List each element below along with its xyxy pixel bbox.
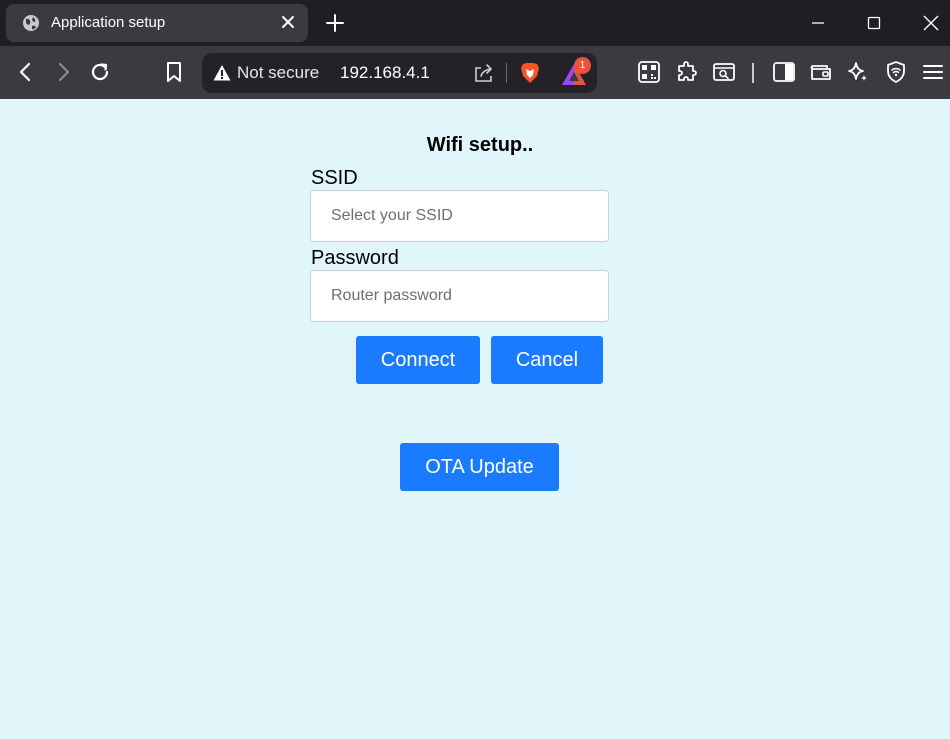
browser-toolbar: Not secure 192.168.4.1 1 — [0, 46, 950, 99]
password-input[interactable] — [310, 270, 609, 322]
plus-icon[interactable] — [322, 10, 348, 36]
bookmark-icon[interactable] — [162, 60, 186, 84]
tab-strip: Application setup — [0, 0, 950, 46]
tab-application-setup[interactable]: Application setup — [6, 4, 308, 42]
reload-icon[interactable] — [88, 60, 112, 84]
rewards-badge: 1 — [574, 57, 591, 74]
sidebar-icon[interactable] — [772, 60, 796, 84]
minimize-icon[interactable] — [803, 9, 833, 37]
wallet-icon[interactable] — [809, 60, 833, 84]
window-close-icon[interactable] — [916, 9, 946, 37]
tab-title: Application setup — [51, 14, 166, 31]
menu-icon[interactable] — [921, 60, 945, 84]
brave-shields-icon[interactable] — [518, 61, 542, 85]
cancel-button[interactable]: Cancel — [491, 336, 603, 384]
page-title: Wifi setup.. — [426, 134, 534, 156]
close-icon[interactable] — [278, 12, 298, 32]
forward-icon[interactable] — [51, 60, 75, 84]
connect-button[interactable]: Connect — [356, 336, 480, 384]
vpn-shield-icon[interactable] — [884, 60, 908, 84]
address-bar[interactable]: Not secure 192.168.4.1 1 — [202, 53, 597, 93]
maximize-icon[interactable] — [859, 9, 889, 37]
url-divider — [506, 63, 507, 83]
reader-mode-icon[interactable] — [712, 60, 736, 84]
leo-ai-icon[interactable] — [846, 60, 870, 84]
warning-icon[interactable] — [213, 64, 231, 82]
url-text[interactable]: 192.168.4.1 — [340, 63, 430, 83]
back-icon[interactable] — [14, 60, 38, 84]
password-label: Password — [311, 247, 399, 269]
globe-icon — [23, 15, 39, 31]
ota-update-button[interactable]: OTA Update — [400, 443, 559, 491]
ssid-label: SSID — [311, 167, 358, 189]
qr-code-icon[interactable] — [637, 60, 661, 84]
toolbar-divider — [752, 63, 754, 83]
share-icon[interactable] — [473, 62, 495, 84]
ssid-input[interactable] — [310, 190, 609, 242]
extensions-icon[interactable] — [675, 60, 699, 84]
security-status[interactable]: Not secure — [237, 63, 321, 83]
